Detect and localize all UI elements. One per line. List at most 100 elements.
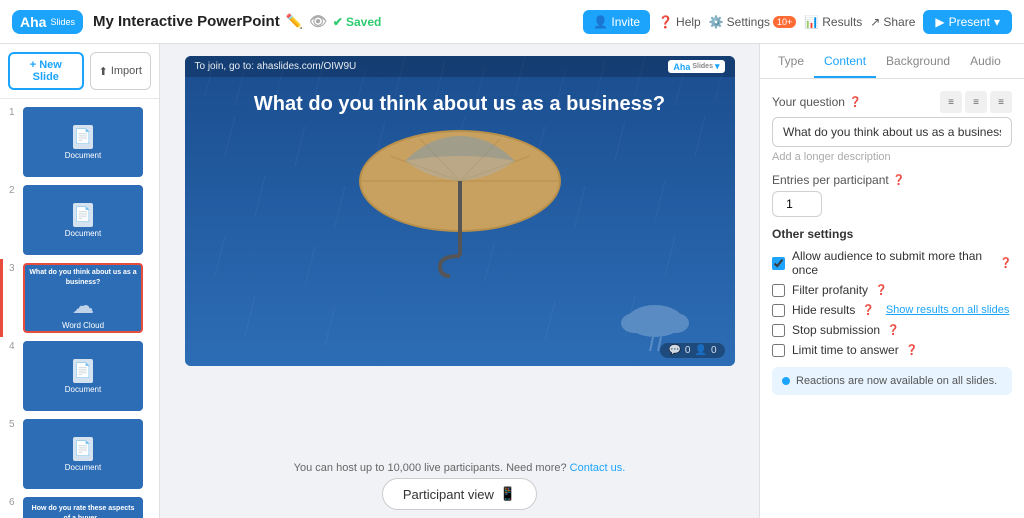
checkboxes-container: Allow audience to submit more than once … — [772, 249, 1012, 357]
response-icon: 💬 — [668, 345, 680, 356]
header: Aha Slides My Interactive PowerPoint ✏️ … — [0, 0, 1024, 44]
help-icon: ❓ — [658, 15, 673, 29]
join-text: To join, go to: ahaslides.com/OIW9U — [195, 61, 357, 72]
panel-tabs: TypeContentBackgroundAudio — [760, 44, 1024, 79]
participant-icon: 👤 — [694, 345, 706, 356]
slide-preview-area: To join, go to: ahaslides.com/OIW9U Aha … — [160, 44, 759, 456]
entries-input[interactable] — [772, 191, 822, 217]
tab-type[interactable]: Type — [768, 44, 814, 78]
help-button[interactable]: ❓ Help — [658, 15, 701, 29]
share-button[interactable]: ↗ Share — [870, 15, 915, 29]
slide-item-0[interactable]: 1 📄Document — [0, 103, 159, 181]
checkbox-label: Limit time to answer — [792, 343, 899, 357]
checkbox-input-limit_time[interactable] — [772, 344, 785, 357]
participant-view-wrap: Participant view 📱 — [160, 478, 759, 518]
entries-label: Entries per participant ❓ — [772, 173, 1012, 187]
checkbox-input-filter_profanity[interactable] — [772, 284, 785, 297]
checkbox-filter_profanity: Filter profanity ❓ — [772, 283, 1012, 297]
logo: Aha Slides — [12, 10, 83, 34]
results-button[interactable]: 📊 Results — [804, 15, 862, 29]
saved-badge: ✔ Saved — [333, 15, 381, 29]
slide-question: What do you think about us as a business… — [214, 77, 705, 124]
slide-num: 5 — [9, 419, 19, 430]
edit-icon[interactable]: ✏️ — [286, 13, 303, 30]
settings-button[interactable]: ⚙️ Settings 10+ — [709, 15, 797, 29]
help-icon-filter_profanity: ❓ — [875, 285, 887, 296]
checkbox-limit_time: Limit time to answer ❓ — [772, 343, 1012, 357]
align-center-button[interactable]: ≡ — [965, 91, 987, 113]
view-icon[interactable]: 👁 — [309, 13, 327, 30]
your-question-label: Your question ❓ ≡ ≡ ≡ — [772, 91, 1012, 113]
slide-item-1[interactable]: 2 📄Document — [0, 181, 159, 259]
entries-help-icon: ❓ — [893, 175, 905, 186]
doc-icon: 📄 — [73, 359, 93, 383]
checkbox-label: Stop submission — [792, 323, 880, 337]
checkbox-stop_submission: Stop submission ❓ — [772, 323, 1012, 337]
settings-badge: 10+ — [773, 16, 796, 28]
info-strip: You can host up to 10,000 live participa… — [160, 456, 759, 478]
panel-body: Your question ❓ ≡ ≡ ≡ Add a longer descr… — [760, 79, 1024, 518]
checkbox-input-stop_submission[interactable] — [772, 324, 785, 337]
aha-badge: Aha Slides ▾ — [668, 60, 724, 73]
slide-thumb: How do you rate these aspects of a buyer… — [23, 497, 143, 518]
logo-sub: Slides — [50, 17, 75, 27]
mobile-icon: 📱 — [500, 486, 516, 502]
slide-num: 2 — [9, 185, 19, 196]
question-help-icon: ❓ — [849, 97, 861, 108]
present-button[interactable]: ▶ Present ▾ — [923, 10, 1012, 34]
doc-icon: 📄 — [73, 203, 93, 227]
align-right-button[interactable]: ≡ — [990, 91, 1012, 113]
invite-button[interactable]: 👤 Invite — [583, 10, 650, 34]
align-buttons: ≡ ≡ ≡ — [940, 91, 1012, 113]
help-icon-allow_multiple: ❓ — [1000, 258, 1012, 269]
checkbox-allow_multiple: Allow audience to submit more than once … — [772, 249, 1012, 277]
slide-list: 1 📄Document 2 📄Document 3 What do you th… — [0, 99, 159, 518]
slide-thumb: 📄Document — [23, 107, 143, 177]
slide-num: 3 — [9, 263, 19, 274]
slide-item-3[interactable]: 4 📄Document — [0, 337, 159, 415]
center-panel: To join, go to: ahaslides.com/OIW9U Aha … — [160, 44, 759, 518]
header-actions: 👤 Invite ❓ Help ⚙️ Settings 10+ 📊 Result… — [583, 10, 1012, 34]
doc-icon: 📄 — [73, 125, 93, 149]
slide-num: 1 — [9, 107, 19, 118]
settings-icon: ⚙️ — [709, 15, 724, 29]
add-description-link[interactable]: Add a longer description — [772, 151, 1012, 163]
slide-thumb: What do you think about us as a business… — [23, 263, 143, 333]
contact-us-link[interactable]: Contact us. — [570, 462, 626, 474]
invite-icon: 👤 — [593, 15, 608, 29]
checkbox-label: Allow audience to submit more than once — [792, 249, 993, 277]
slide-item-5[interactable]: 6 How do you rate these aspects of a buy… — [0, 493, 159, 518]
question-input[interactable] — [772, 117, 1012, 147]
logo-text: Aha — [20, 14, 46, 30]
doc-icon: 📄 — [73, 437, 93, 461]
help-icon-stop_submission: ❓ — [887, 325, 899, 336]
new-slide-button[interactable]: + New Slide — [8, 52, 84, 90]
import-button[interactable]: ⬆ Import — [90, 52, 151, 90]
slide-stats: 💬 0 👤 0 — [660, 343, 724, 358]
show-results-link[interactable]: Show results on all slides — [886, 304, 1010, 316]
slide-bottom-bar: 💬 0 👤 0 — [660, 343, 724, 358]
right-panel: TypeContentBackgroundAudio Your question… — [759, 44, 1024, 518]
reactions-notice: Reactions are now available on all slide… — [772, 367, 1012, 395]
participant-view-button[interactable]: Participant view 📱 — [382, 478, 537, 510]
slide-canvas: To join, go to: ahaslides.com/OIW9U Aha … — [185, 56, 735, 366]
checkbox-input-allow_multiple[interactable] — [772, 257, 785, 270]
align-left-button[interactable]: ≡ — [940, 91, 962, 113]
slide-item-4[interactable]: 5 📄Document — [0, 415, 159, 493]
reactions-dot — [782, 377, 790, 385]
slide-num: 6 — [9, 497, 19, 508]
results-icon: 📊 — [804, 15, 819, 29]
page-title: My Interactive PowerPoint ✏️ 👁 ✔ Saved — [93, 13, 573, 30]
tab-audio[interactable]: Audio — [960, 44, 1011, 78]
share-icon: ↗ — [870, 15, 880, 29]
help-icon-hide_results: ❓ — [862, 305, 874, 316]
slide-item-2[interactable]: 3 What do you think about us as a busine… — [0, 259, 159, 337]
other-settings-title: Other settings — [772, 227, 1012, 241]
sidebar: + New Slide ⬆ Import 1 📄Document 2 📄Docu… — [0, 44, 160, 518]
help-icon-limit_time: ❓ — [906, 345, 918, 356]
tab-content[interactable]: Content — [814, 44, 876, 78]
checkbox-label: Filter profanity — [792, 283, 868, 297]
play-icon: ▶ — [935, 15, 944, 29]
tab-background[interactable]: Background — [876, 44, 960, 78]
checkbox-input-hide_results[interactable] — [772, 304, 785, 317]
